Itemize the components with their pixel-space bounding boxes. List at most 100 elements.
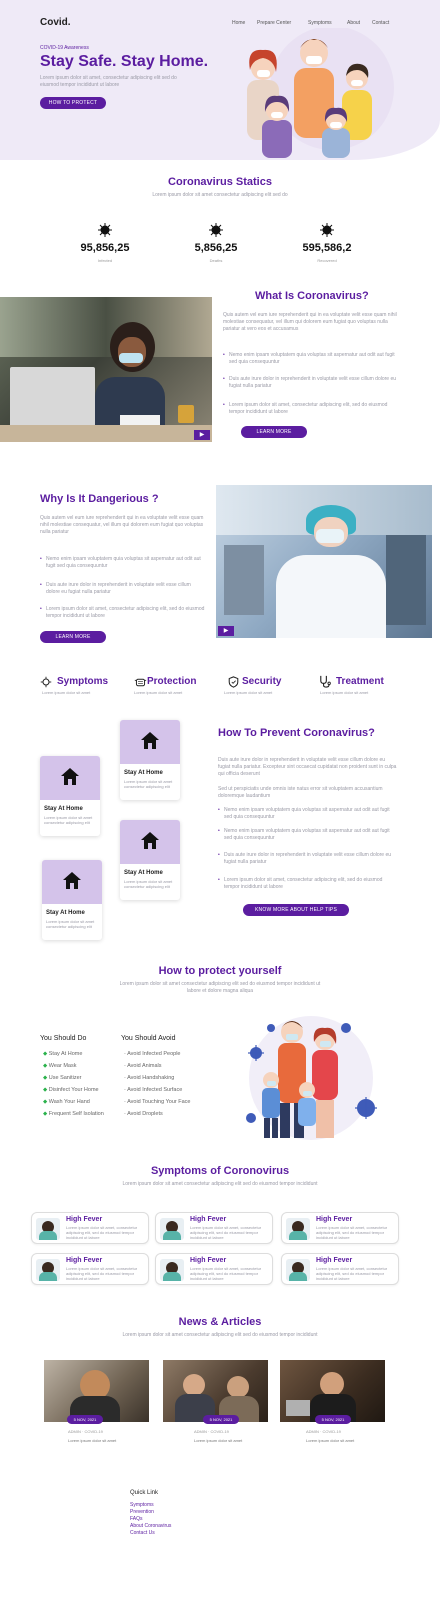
prevent-title: How To Prevent Coronavirus? <box>218 727 375 739</box>
avoid-item: - Avoid Animals <box>124 1063 162 1069</box>
virus-icon <box>40 676 52 688</box>
symptom-avatar <box>36 1259 60 1281</box>
symptom-title: High Fever <box>190 1216 227 1223</box>
danger-bullet: Nemo enim ipsam voluptatem quia voluptas… <box>40 556 206 570</box>
feature-title-protection[interactable]: Protection <box>147 676 196 687</box>
card-title: Stay At Home <box>46 910 85 916</box>
card-title: Stay At Home <box>124 870 163 876</box>
do-list-title: You Should Do <box>40 1035 87 1042</box>
prevent-card[interactable]: Stay At Home Lorem ipsum dolor sit amet … <box>42 860 102 940</box>
stat-label-recovered: Recovered <box>317 258 337 263</box>
virus-icon <box>320 223 334 237</box>
avoid-item: - Avoid Touching Your Face <box>124 1099 191 1105</box>
feature-title-treatment[interactable]: Treatment <box>336 676 384 687</box>
avoid-list-title: You Should Avoid <box>121 1035 176 1042</box>
nav-contact[interactable]: Contact <box>372 20 389 26</box>
protect-subtitle: Lorem ipsum dolor sit amet consectetur a… <box>119 981 321 994</box>
footer-link[interactable]: FAQs <box>130 1516 143 1522</box>
prevent-card[interactable]: Stay At Home Lorem ipsum dolor sit amet … <box>120 720 180 800</box>
symptom-avatar <box>160 1259 184 1281</box>
nav-symptoms[interactable]: Symptoms <box>308 20 332 26</box>
stat-label-deaths: Deaths <box>209 258 223 263</box>
feature-title-security[interactable]: Security <box>242 676 281 687</box>
nav-prepare[interactable]: Prepare Center <box>257 20 291 26</box>
feature-sub: Lorem ipsum dolor sit amet <box>224 690 273 695</box>
do-item: ◆ Wash Your Hand <box>43 1099 90 1105</box>
symptom-card[interactable]: High Fever Lorem ipsum dolor sit amet, c… <box>155 1253 273 1285</box>
symptom-text: Lorem ipsum dolor sit amet, consectetur … <box>66 1266 138 1281</box>
prevent-card[interactable]: Stay At Home Lorem ipsum dolor sit amet … <box>40 756 100 836</box>
do-item: ◆ Wear Mask <box>43 1063 77 1069</box>
news-date-badge: 5 NOV, 2021 <box>315 1415 351 1424</box>
what-text: Quis autem vel eum iure reprehenderit qu… <box>223 312 397 332</box>
symptom-text: Lorem ipsum dolor sit amet, consectetur … <box>316 1266 388 1281</box>
news-subtitle: Lorem ipsum dolor sit amet consectetur a… <box>122 1332 318 1338</box>
card-title: Stay At Home <box>124 770 163 776</box>
news-photo[interactable] <box>44 1360 149 1422</box>
prevent-bullet: Duis aute irure dolor in reprehenderit i… <box>218 852 396 866</box>
news-photo[interactable] <box>163 1360 268 1422</box>
footer-link[interactable]: Prevention <box>130 1509 154 1515</box>
symptom-avatar <box>160 1218 184 1240</box>
symptom-card[interactable]: High Fever Lorem ipsum dolor sit amet, c… <box>155 1212 273 1244</box>
news-article-title[interactable]: Lorem ipsum dolor sit amet <box>68 1438 116 1443</box>
mask-icon <box>134 678 147 687</box>
prevent-card[interactable]: Stay At Home Lorem ipsum dolor sit amet … <box>120 820 180 900</box>
woman-laptop-photo: ▶ <box>0 297 212 442</box>
stats-subtitle: Lorem ipsum dolor sit amet consectetur a… <box>152 192 288 198</box>
symptom-text: Lorem ipsum dolor sit amet, consectetur … <box>190 1266 262 1281</box>
symptom-card[interactable]: High Fever Lorem ipsum dolor sit amet, c… <box>31 1253 149 1285</box>
do-item: ◆ Stay At Home <box>43 1051 83 1057</box>
symptom-card[interactable]: High Fever Lorem ipsum dolor sit amet, c… <box>281 1212 399 1244</box>
symptoms-subtitle: Lorem ipsum dolor sit amet consectetur a… <box>122 1181 318 1187</box>
symptom-title: High Fever <box>66 1216 103 1223</box>
feature-sub: Lorem ipsum dolor sit amet <box>134 690 183 695</box>
stat-label-infected: Infected <box>97 258 113 263</box>
logo[interactable]: Covid. <box>40 17 71 28</box>
nav-about[interactable]: About <box>347 20 360 26</box>
footer-link[interactable]: Contact Us <box>130 1530 155 1536</box>
stat-value-recovered: 595,586,2 <box>302 242 352 254</box>
footer-link[interactable]: Symptoms <box>130 1502 154 1508</box>
symptom-card[interactable]: High Fever Lorem ipsum dolor sit amet, c… <box>281 1253 399 1285</box>
family-virus-illustration <box>246 1016 377 1140</box>
symptoms-title: Symptoms of Coronovirus <box>150 1165 290 1177</box>
news-article-title[interactable]: Lorem ipsum dolor sit amet <box>306 1438 354 1443</box>
do-item: ◆ Frequent Self Isolation <box>43 1111 104 1117</box>
symptom-text: Lorem ipsum dolor sit amet, consectetur … <box>316 1225 388 1240</box>
home-icon <box>141 832 159 849</box>
stat-value-infected: 95,856,25 <box>80 242 130 254</box>
prevent-text-1: Duis aute irure dolor in reprehenderit i… <box>218 757 397 777</box>
play-icon[interactable]: ▶ <box>218 626 234 636</box>
symptom-avatar <box>286 1218 310 1240</box>
news-photo[interactable] <box>280 1360 385 1422</box>
danger-text: Quis autem vel eum iure reprehenderit qu… <box>40 515 204 535</box>
symptom-avatar <box>36 1218 60 1240</box>
footer-title: Quick Link <box>130 1490 159 1496</box>
symptom-text: Lorem ipsum dolor sit amet, consectetur … <box>190 1225 262 1240</box>
prevent-know-more-button[interactable]: KNOW MORE ABOUT HELP TIPS <box>243 904 349 916</box>
symptom-card[interactable]: High Fever Lorem ipsum dolor sit amet, c… <box>31 1212 149 1244</box>
stethoscope-icon <box>320 675 331 688</box>
stats-title: Coronavirus Statics <box>168 176 272 188</box>
news-title: News & Articles <box>178 1316 262 1328</box>
feature-title-symptoms[interactable]: Symptoms <box>57 676 108 687</box>
card-title: Stay At Home <box>44 806 83 812</box>
avoid-item: - Avoid Infected Surface <box>124 1087 183 1093</box>
footer-link[interactable]: About Coronavirus <box>130 1523 171 1529</box>
news-article-title[interactable]: Lorem ipsum dolor sit amet <box>194 1438 242 1443</box>
play-icon[interactable]: ▶ <box>194 430 210 440</box>
nav-home[interactable]: Home <box>232 20 245 26</box>
prevent-bullet: Nemo enim ipsam voluptatem quia voluptas… <box>218 807 396 821</box>
hero-protect-button[interactable]: HOW TO PROTECT <box>40 97 106 109</box>
symptom-title: High Fever <box>316 1216 353 1223</box>
prevent-bullet: Lorem ipsum dolor sit amet, consectetur … <box>218 877 396 891</box>
avoid-item: - Avoid Droplets <box>124 1111 163 1117</box>
news-meta: ADMIN · COVID-19 <box>68 1429 103 1434</box>
danger-learn-more-button[interactable]: LEARN MORE <box>40 631 106 643</box>
virus-icon <box>98 223 112 237</box>
what-learn-more-button[interactable]: LEARN MORE <box>241 426 307 438</box>
home-icon <box>63 872 81 889</box>
hero-kicker: COVID-19 Awareness <box>40 45 89 51</box>
card-text: Lorem ipsum dolor sit amet consectetur a… <box>46 919 95 929</box>
